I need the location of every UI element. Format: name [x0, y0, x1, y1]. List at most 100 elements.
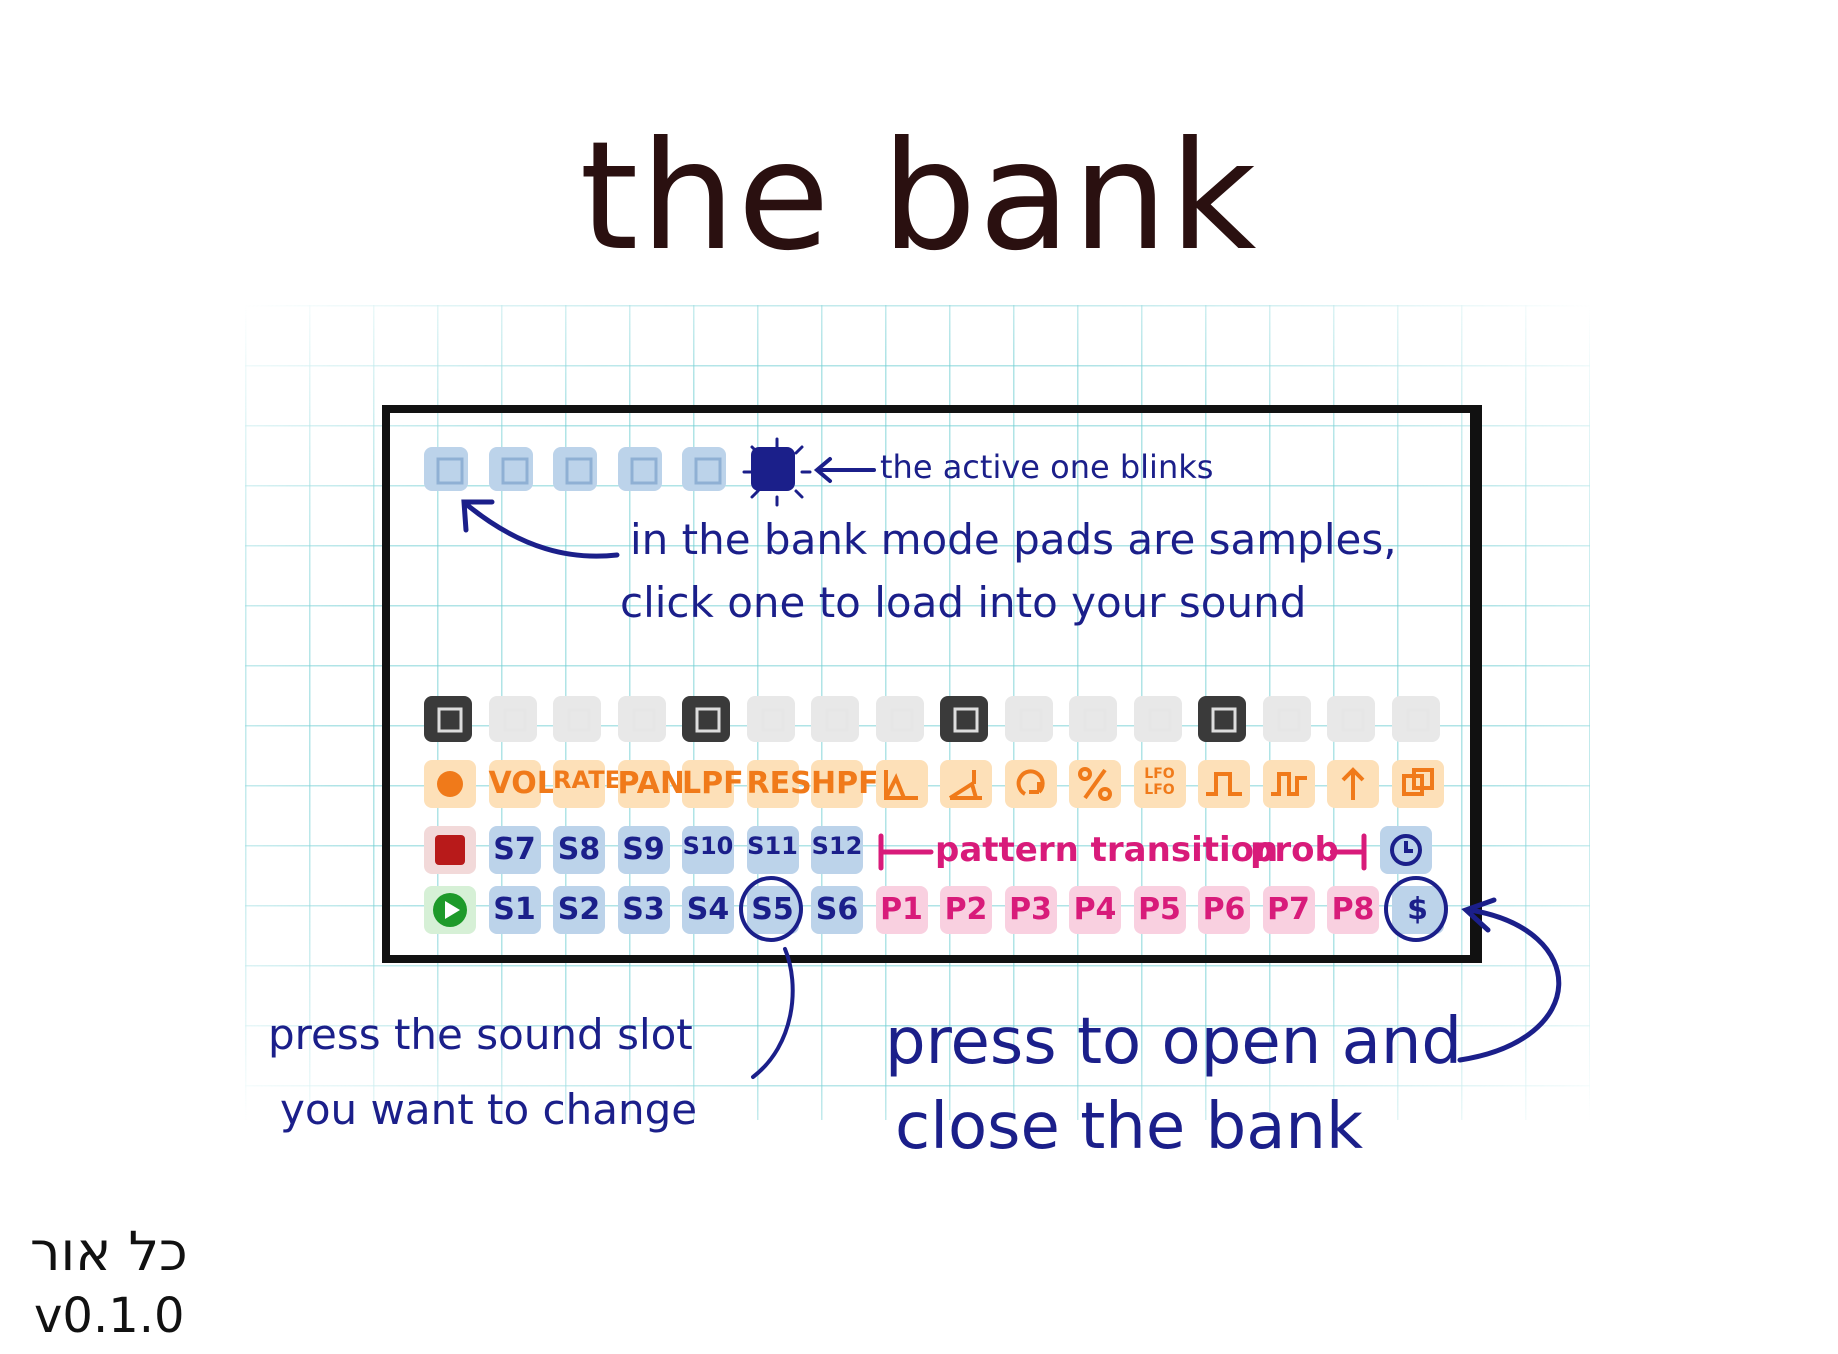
annotation-sound-slot-line2: you want to change	[280, 1085, 698, 1134]
param-pad[interactable]: LPF	[682, 760, 744, 808]
top-pad[interactable]	[811, 696, 859, 742]
param-pad[interactable]	[1391, 760, 1444, 808]
pad-label: HPF	[811, 766, 879, 801]
param-pad[interactable]	[1004, 760, 1057, 808]
sound-pad[interactable]: S8	[553, 826, 605, 874]
pad-label: S10	[682, 832, 734, 860]
param-pad[interactable]: VOL	[488, 760, 556, 808]
param-pad[interactable]: HPF	[811, 760, 879, 808]
sound-pad[interactable]: S9	[617, 826, 670, 874]
sound-pad[interactable]: P6	[1198, 886, 1250, 934]
selection-circle-icon	[1383, 876, 1448, 942]
prob-arrow-icon	[1329, 832, 1370, 876]
param-pad[interactable]: RES	[746, 760, 812, 808]
device-frame	[382, 405, 1482, 963]
sound-pad[interactable]	[424, 826, 476, 874]
sound-pad[interactable]: P8	[1327, 886, 1379, 934]
pad-label: P3	[1009, 892, 1052, 927]
sound-pad[interactable]: $	[1383, 876, 1448, 942]
sound-pad[interactable]: P7	[1262, 886, 1315, 934]
sound-pad[interactable]: S1	[488, 886, 541, 934]
param-pad[interactable]	[1069, 760, 1121, 808]
top-pad[interactable]	[746, 696, 795, 742]
sound-pad[interactable]: S7	[488, 826, 541, 874]
top-pad[interactable]	[1198, 696, 1246, 742]
param-pad[interactable]	[940, 760, 992, 808]
pad-label: S9	[622, 832, 665, 867]
param-pad[interactable]	[1327, 760, 1379, 808]
param-pad[interactable]	[875, 760, 928, 808]
sound-pad[interactable]: S11	[746, 826, 799, 874]
top-pad[interactable]	[617, 696, 666, 744]
clock-pad[interactable]	[1380, 826, 1432, 874]
pad-label: PAN	[617, 766, 686, 801]
sound-pad[interactable]: P5	[1133, 886, 1186, 934]
sample-pad[interactable]	[424, 447, 468, 491]
top-pad[interactable]	[1391, 696, 1440, 742]
curved-arrow-right-icon	[1440, 890, 1590, 1074]
sound-pad[interactable]: P3	[1004, 886, 1057, 934]
param-pad[interactable]: PAN	[617, 760, 686, 808]
top-pad[interactable]	[1262, 696, 1311, 744]
light-pad-icon	[882, 700, 922, 744]
annotation-bank-mode-line1: in the bank mode pads are samples,	[630, 515, 1397, 564]
sound-pad[interactable]: S12	[811, 826, 863, 874]
sample-pad-icon	[559, 451, 599, 495]
pad-label: RES	[746, 766, 812, 801]
top-pad[interactable]	[1004, 696, 1053, 744]
sound-pad[interactable]	[424, 886, 476, 934]
top-pad[interactable]	[875, 696, 924, 744]
release-envelope-icon	[946, 764, 986, 808]
pad-label: S4	[686, 892, 730, 927]
sound-pad[interactable]: P4	[1069, 886, 1121, 934]
top-pad[interactable]	[1069, 696, 1117, 742]
pad-label: S8	[557, 832, 601, 867]
play-triangle-icon	[430, 890, 470, 934]
annotation-open-close-line2: close the bank	[895, 1090, 1364, 1164]
top-pad[interactable]	[424, 696, 472, 742]
pad-label: P6	[1202, 892, 1246, 927]
sound-pad[interactable]: S4	[682, 886, 734, 934]
up-arrow-icon	[1333, 764, 1373, 808]
param-pad[interactable]: RATE	[553, 760, 621, 808]
top-pad[interactable]	[1327, 696, 1375, 742]
copy-icon	[1398, 764, 1438, 808]
pad-label: RATE	[553, 766, 621, 794]
sound-pad[interactable]: S6	[811, 886, 863, 934]
sound-pad[interactable]: P1	[875, 886, 928, 934]
page-title: the bank	[579, 110, 1259, 284]
light-pad-icon	[495, 700, 535, 744]
param-pad[interactable]	[1262, 760, 1315, 808]
transition-arrow-icon	[875, 832, 935, 876]
light-pad-icon	[1269, 700, 1309, 744]
top-pad[interactable]	[682, 696, 730, 742]
sample-pad[interactable]	[488, 447, 533, 491]
sound-pad[interactable]: S2	[553, 886, 605, 934]
sample-pad[interactable]	[617, 447, 662, 491]
param-pad[interactable]	[424, 760, 476, 808]
sound-pad[interactable]: S3	[617, 886, 670, 934]
curved-arrow-icon	[452, 490, 622, 574]
sample-pad-icon	[430, 451, 470, 495]
top-pad[interactable]	[940, 696, 988, 742]
pad-label: P5	[1138, 892, 1181, 927]
top-pad[interactable]	[1133, 696, 1182, 744]
light-pad-icon	[1140, 700, 1180, 744]
sound-pad[interactable]: S10	[682, 826, 734, 874]
light-pad-icon	[624, 700, 664, 744]
light-pad-icon	[1011, 700, 1051, 744]
param-pad[interactable]: LFO LFO	[1133, 760, 1186, 808]
param-pad[interactable]	[1198, 760, 1250, 808]
sound-pad[interactable]: S5	[738, 876, 803, 942]
sample-pad-icon	[688, 451, 728, 495]
pad-label: VOL	[488, 766, 556, 801]
signature-version: v0.1.0	[34, 1288, 185, 1344]
sound-pad[interactable]: P2	[940, 886, 992, 934]
clock-icon	[1388, 832, 1424, 872]
sample-pad[interactable]	[682, 447, 726, 491]
pad-label: P8	[1331, 892, 1375, 927]
dark-pad-icon	[688, 700, 728, 744]
top-pad[interactable]	[553, 696, 601, 742]
top-pad[interactable]	[488, 696, 537, 744]
sample-pad[interactable]	[553, 447, 597, 491]
